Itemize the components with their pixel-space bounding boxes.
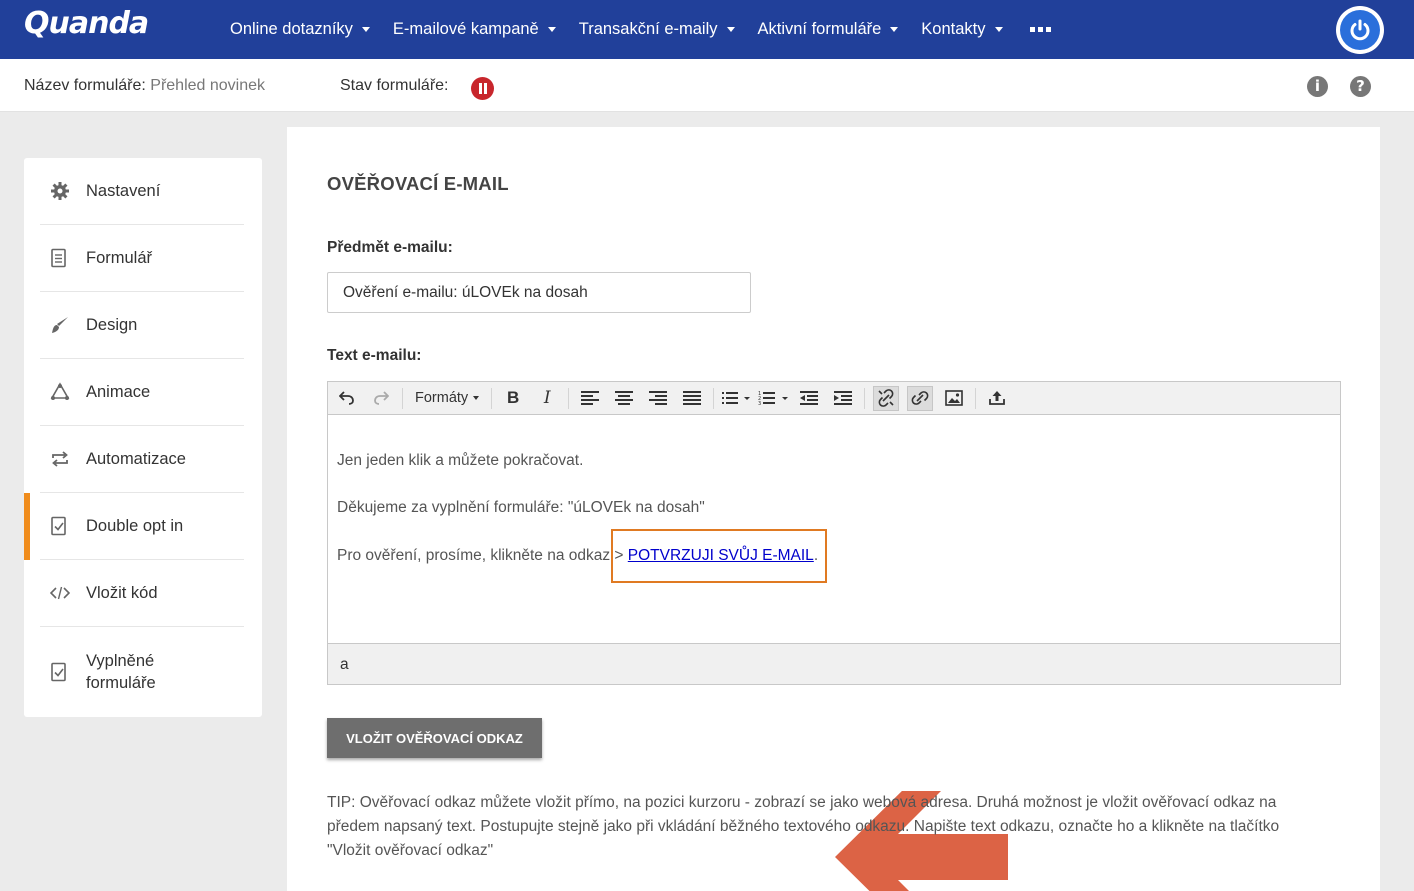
top-navbar: Quanda Online dotazníky E-mailové kampan… [0,0,1414,59]
email-paragraph: Jen jeden klik a můžete pokračovat. [337,452,584,469]
form-name-label: Název formuláře: [24,77,146,94]
code-icon [40,586,86,600]
sidebar-item-vyplnene-formulare[interactable]: Vyplněné formuláře [40,627,244,717]
caret-down-icon [361,27,370,32]
sidebar-item-animace[interactable]: Animace [40,359,244,426]
tip-text: TIP: Ověřovací odkaz můžete vložit přímo… [327,794,1280,859]
insert-verification-link-button[interactable]: VLOŽIT OVĚŘOVACÍ ODKAZ [327,718,542,758]
page-title: OVĚŘOVACÍ E-MAIL [327,173,509,194]
gear-icon [40,181,86,201]
sidebar-item-label: Vyplněné formuláře [86,652,156,692]
more-menu-icon[interactable] [1029,27,1051,32]
sidebar-item-label: Formulář [86,249,153,267]
editor-status-bar: a [328,643,1340,684]
toolbar-separator [402,387,403,409]
sidebar-item-nastaveni[interactable]: Nastavení [40,158,244,225]
subject-label: Předmět e-mailu: [327,239,453,256]
unlink-icon[interactable] [873,385,900,411]
form-name-value: Přehled novinek [150,77,266,94]
sidebar-item-label: Automatizace [86,450,186,468]
sidebar-item-automatizace[interactable]: Automatizace [40,426,244,493]
subject-input[interactable] [327,272,751,313]
content-panel: OVĚŘOVACÍ E-MAIL Předmět e-mailu: Text e… [287,127,1380,891]
nav-transakcni-emaily[interactable]: Transakční e-maily [579,20,735,39]
toolbar-separator [864,387,866,409]
bullet-list-icon[interactable] [722,386,751,411]
link-icon[interactable] [907,385,934,411]
brush-icon [40,315,86,335]
sidebar-item-label: Nastavení [86,182,161,200]
sidebar-item-vlozit-kod[interactable]: Vložit kód [40,560,244,627]
power-icon[interactable] [1336,6,1384,54]
help-icon[interactable]: ? [1350,76,1371,97]
nav-label: Kontakty [921,20,986,38]
upload-icon[interactable] [984,386,1010,411]
nav-aktivni-formulare[interactable]: Aktivní formuláře [758,20,899,39]
svg-text:3: 3 [758,401,761,406]
sidebar-item-label: Double opt in [86,517,184,535]
caret-down-icon [890,27,899,32]
sidebar: Nastavení Formulář Design Animace Automa… [24,158,262,717]
sidebar-item-label: Vložit kód [86,584,158,602]
editor-toolbar: Formáty B I 123 [328,382,1340,415]
nav-label: Aktivní formuláře [757,20,882,38]
check-document-icon [40,516,86,536]
formats-label: Formáty [415,390,469,406]
align-center-icon[interactable] [611,386,637,411]
caret-down-icon [547,27,556,32]
document-icon [40,248,86,268]
caret-down-icon [726,27,735,32]
outdent-icon[interactable] [796,386,822,411]
nav-label: Transakční e-maily [578,20,718,38]
nav-online-dotazniky[interactable]: Online dotazníky [230,20,370,39]
email-text-label: Text e-mailu: [327,347,422,364]
redo-icon[interactable] [368,386,394,411]
align-justify-icon[interactable] [679,386,705,411]
align-right-icon[interactable] [645,386,671,411]
sidebar-item-design[interactable]: Design [40,292,244,359]
caret-down-icon [473,396,480,400]
bold-button[interactable]: B [500,386,526,411]
align-left-icon[interactable] [577,386,603,411]
active-indicator [24,493,30,560]
link-highlight-box [611,529,827,583]
form-status-label: Stav formuláře: [340,77,449,94]
nav-label: E-mailové kampaně [392,20,539,38]
image-icon[interactable] [941,386,967,411]
email-paragraph: Děkujeme za vyplnění formuláře: "úLOVEk … [337,499,705,516]
nav-kontakty[interactable]: Kontakty [921,20,1003,39]
nav-label: Online dotazníky [230,20,353,38]
main-nav: Online dotazníky E-mailové kampaně Trans… [230,0,1051,59]
info-icon[interactable]: i [1307,76,1328,97]
toolbar-separator [975,387,977,409]
paragraph-text: Pro ověření, prosíme, klikněte na odkaz … [337,547,628,564]
rich-text-editor: Formáty B I 123 Jen jeden klik a můžete … [327,381,1341,685]
sidebar-item-label: Design [86,316,138,334]
sidebar-item-double-opt-in[interactable]: Double opt in [40,493,244,560]
repeat-icon [40,450,86,468]
pause-icon[interactable] [471,77,494,100]
animation-icon [40,382,86,402]
filled-forms-icon [40,662,86,682]
caret-down-icon [994,27,1003,32]
formats-dropdown[interactable]: Formáty [411,386,483,411]
form-name: Název formuláře: Přehled novinek [24,77,265,95]
numbered-list-icon[interactable]: 123 [758,386,789,411]
editor-content[interactable]: Jen jeden klik a můžete pokračovat. Děku… [328,415,1340,642]
quanda-logo[interactable]: Quanda [24,6,149,41]
toolbar-separator [713,387,715,409]
sidebar-item-formular[interactable]: Formulář [40,225,244,292]
nav-emailove-kampane[interactable]: E-mailové kampaně [393,20,556,39]
toolbar-separator [491,387,493,409]
indent-icon[interactable] [830,386,856,411]
italic-button[interactable]: I [534,386,560,411]
sidebar-item-label: Animace [86,383,151,401]
undo-icon[interactable] [334,386,360,411]
toolbar-separator [568,387,570,409]
